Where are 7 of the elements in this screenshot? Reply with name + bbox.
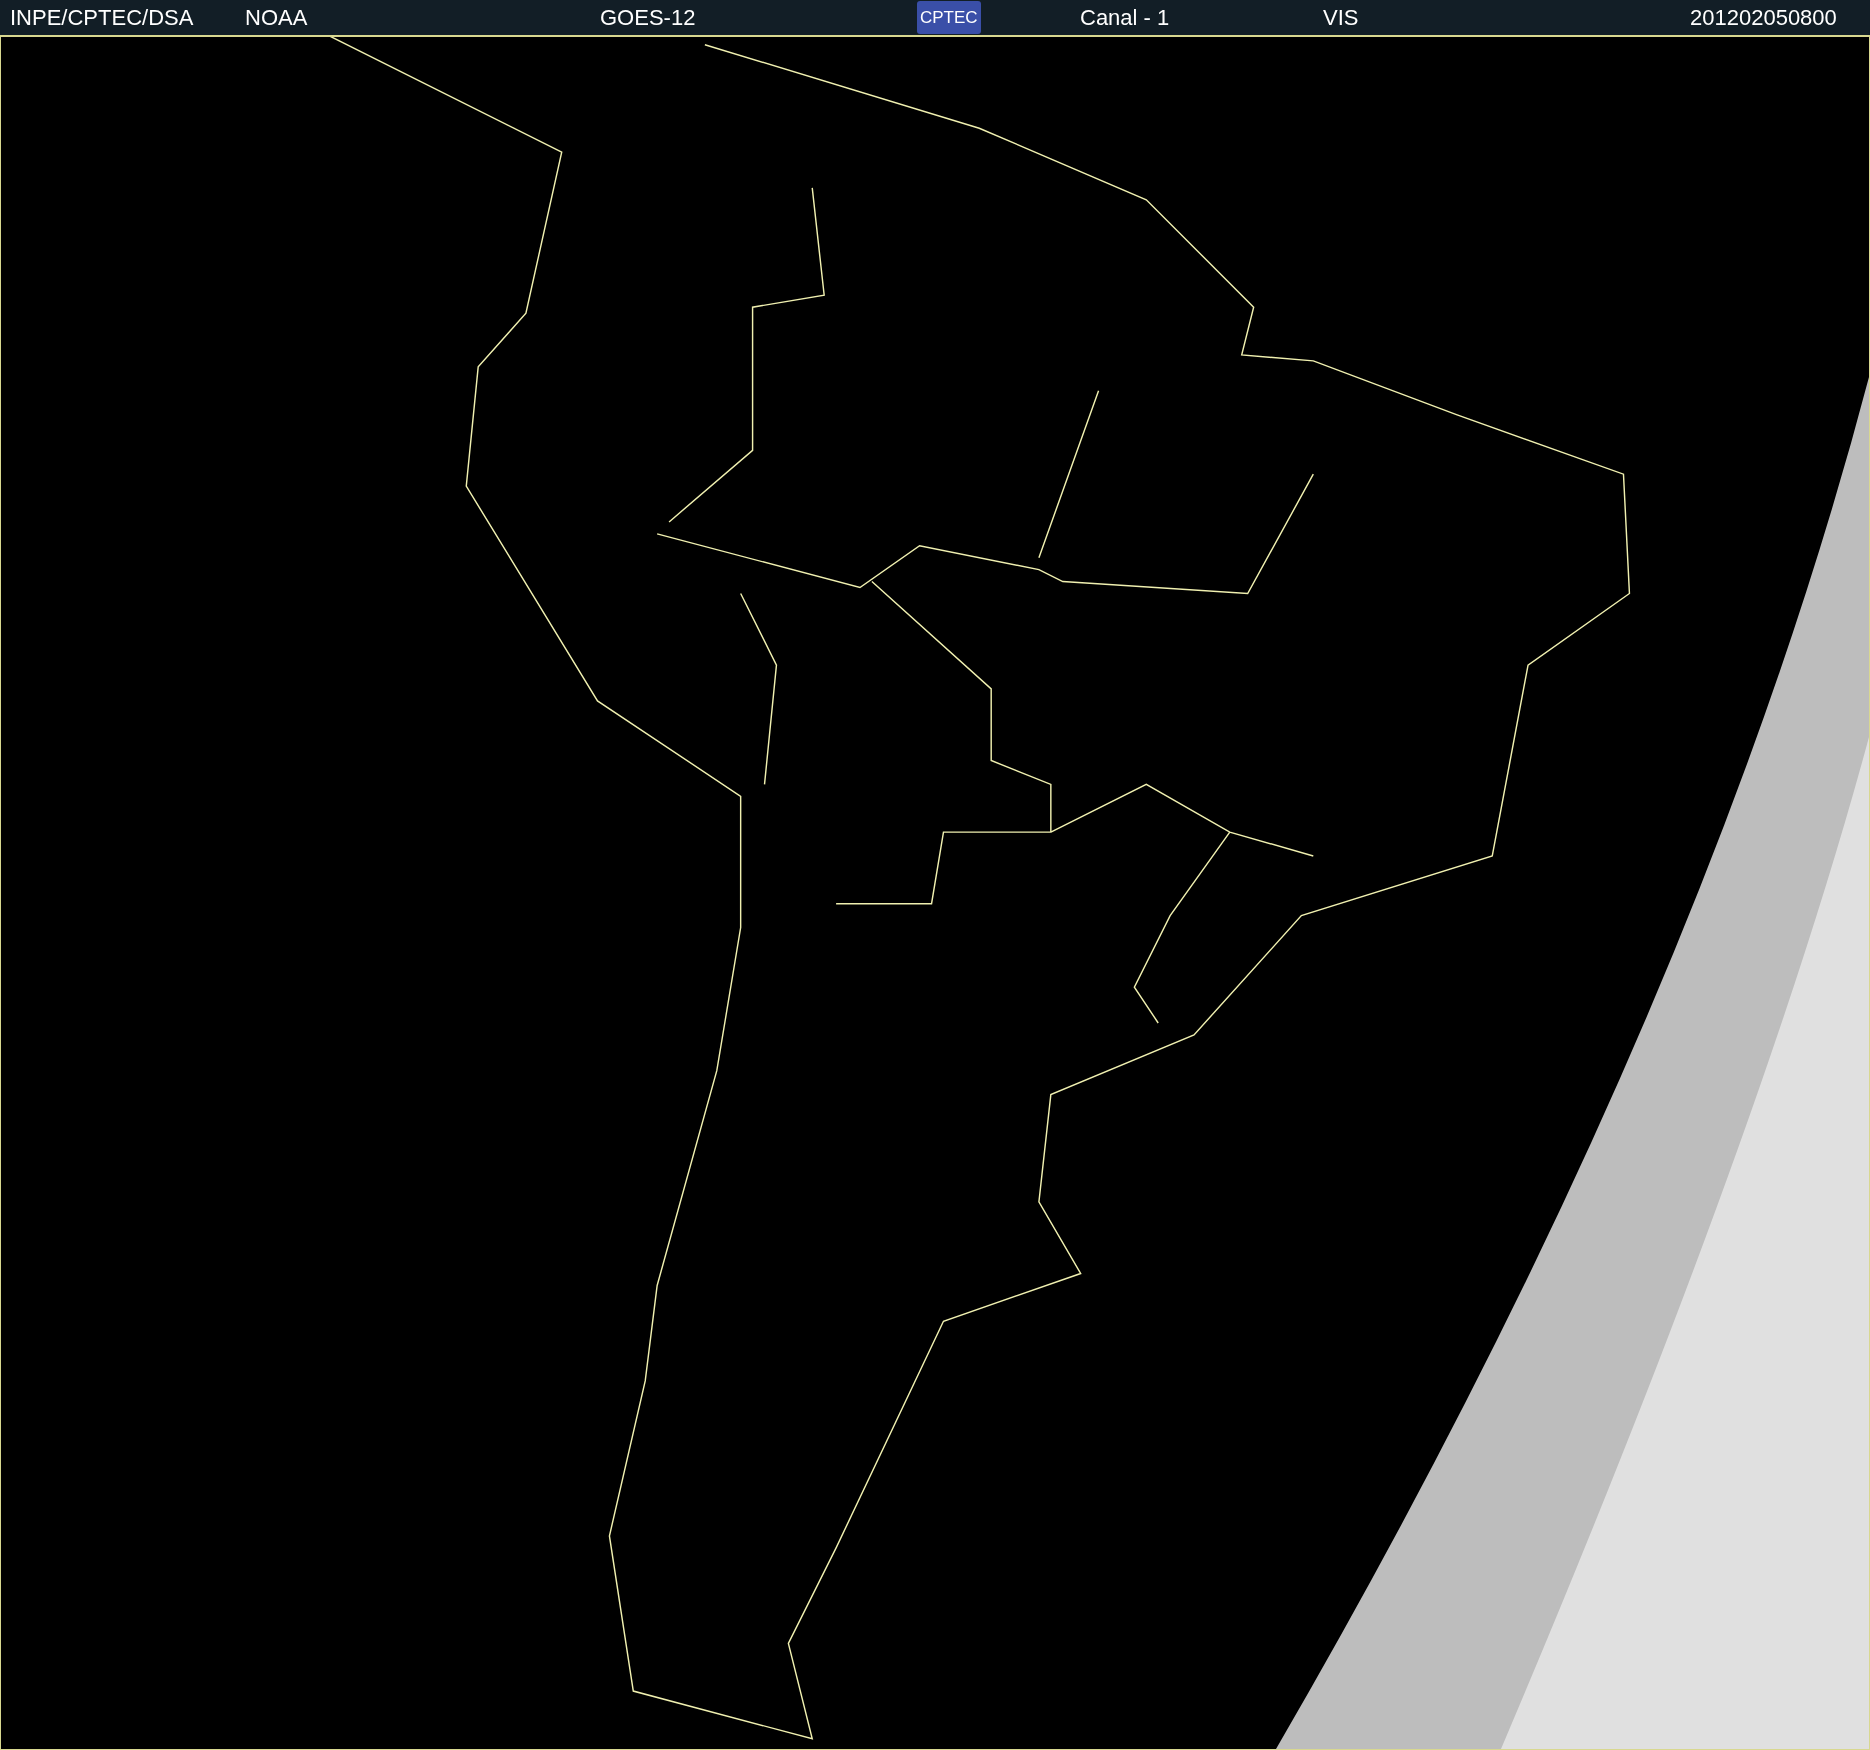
header-label: VIS [1323, 5, 1359, 31]
header-label: NOAA [245, 5, 308, 31]
header-label: 201202050800 [1690, 5, 1837, 31]
logo: CPTEC [917, 1, 981, 34]
header-label: GOES-12 [600, 5, 696, 31]
header-label: Canal - 1 [1080, 5, 1170, 31]
header-label: INPE/CPTEC/DSA [10, 5, 194, 31]
